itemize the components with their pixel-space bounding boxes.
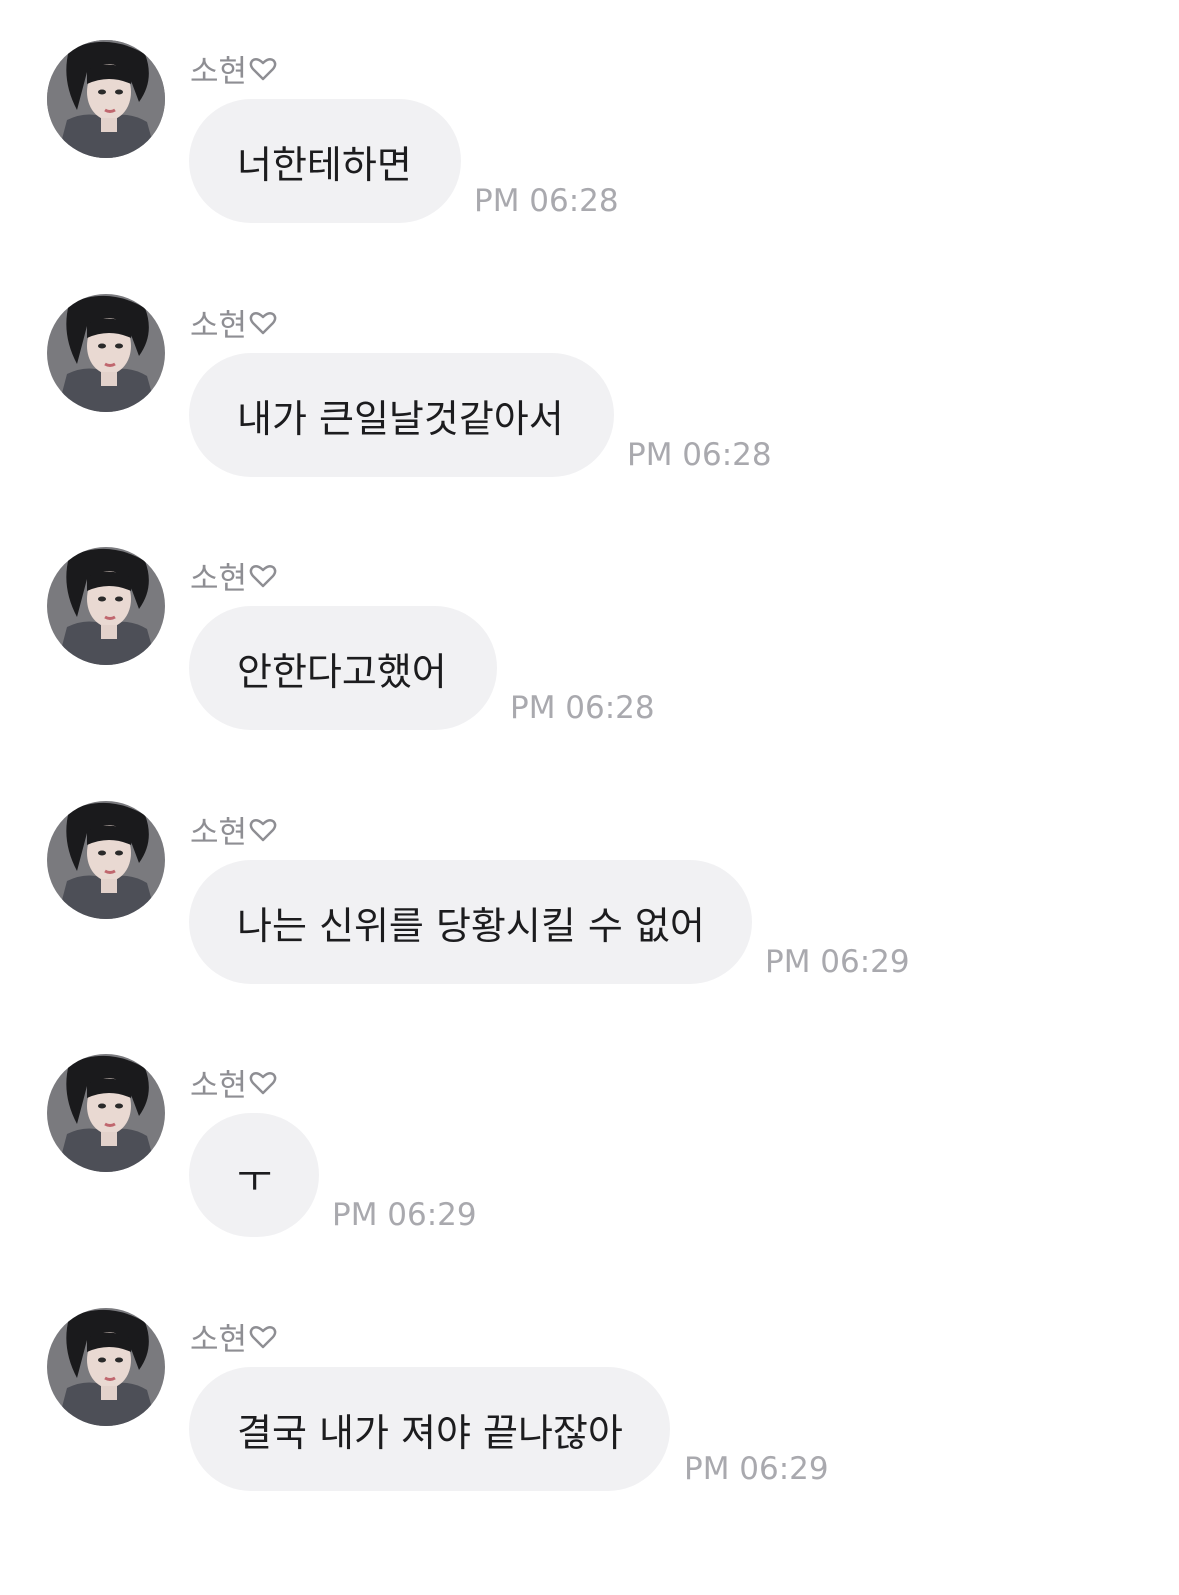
- message-row: 소현 나는 신위를 당황시킬 수 없어 PM 06:29: [0, 761, 1179, 984]
- sender-name: 소현: [190, 553, 277, 598]
- sender-name: 소현: [190, 46, 277, 91]
- message-timestamp: PM 06:29: [332, 1197, 477, 1233]
- heart-outline-icon: [249, 57, 277, 80]
- message-row: 소현 결국 내가 져야 끝나잖아 PM 06:29: [0, 1268, 1179, 1491]
- message-text: ㅜ: [237, 1156, 272, 1201]
- message-timestamp: PM 06:29: [765, 944, 910, 980]
- avatar[interactable]: [47, 801, 165, 919]
- message-row: 소현 너한테하면 PM 06:28: [0, 0, 1179, 223]
- message-timestamp: PM 06:29: [684, 1451, 829, 1487]
- heart-outline-icon: [249, 564, 277, 587]
- message-timestamp: PM 06:28: [510, 690, 655, 726]
- heart-outline-icon: [249, 311, 277, 334]
- chat-message-list[interactable]: 소현 너한테하면 PM 06:28 소현 내가 큰일날것같아서 PM 06:28…: [0, 0, 1179, 1595]
- sender-name: 소현: [190, 300, 277, 345]
- sender-name: 소현: [190, 807, 277, 852]
- message-text: 나는 신위를 당황시킬 수 없어: [237, 903, 705, 948]
- message-text: 결국 내가 져야 끝나잖아: [237, 1410, 623, 1455]
- message-bubble[interactable]: ㅜ: [189, 1113, 319, 1237]
- message-row: 소현 내가 큰일날것같아서 PM 06:28: [0, 254, 1179, 477]
- message-row: 소현 안한다고했어 PM 06:28: [0, 507, 1179, 730]
- sender-name: 소현: [190, 1314, 277, 1359]
- message-text: 너한테하면: [237, 142, 412, 187]
- heart-outline-icon: [249, 818, 277, 841]
- heart-outline-icon: [249, 1071, 277, 1094]
- message-bubble[interactable]: 안한다고했어: [189, 606, 497, 730]
- message-row: 소현 ㅜ PM 06:29: [0, 1014, 1179, 1237]
- avatar[interactable]: [47, 547, 165, 665]
- message-text: 안한다고했어: [237, 649, 447, 694]
- message-bubble[interactable]: 너한테하면: [189, 99, 461, 223]
- message-text: 내가 큰일날것같아서: [237, 396, 564, 441]
- message-timestamp: PM 06:28: [474, 183, 619, 219]
- message-bubble[interactable]: 결국 내가 져야 끝나잖아: [189, 1367, 670, 1491]
- avatar[interactable]: [47, 40, 165, 158]
- avatar[interactable]: [47, 1054, 165, 1172]
- message-bubble[interactable]: 나는 신위를 당황시킬 수 없어: [189, 860, 752, 984]
- message-timestamp: PM 06:28: [627, 437, 772, 473]
- message-bubble[interactable]: 내가 큰일날것같아서: [189, 353, 614, 477]
- avatar[interactable]: [47, 294, 165, 412]
- sender-name: 소현: [190, 1060, 277, 1105]
- heart-outline-icon: [249, 1325, 277, 1348]
- avatar[interactable]: [47, 1308, 165, 1426]
